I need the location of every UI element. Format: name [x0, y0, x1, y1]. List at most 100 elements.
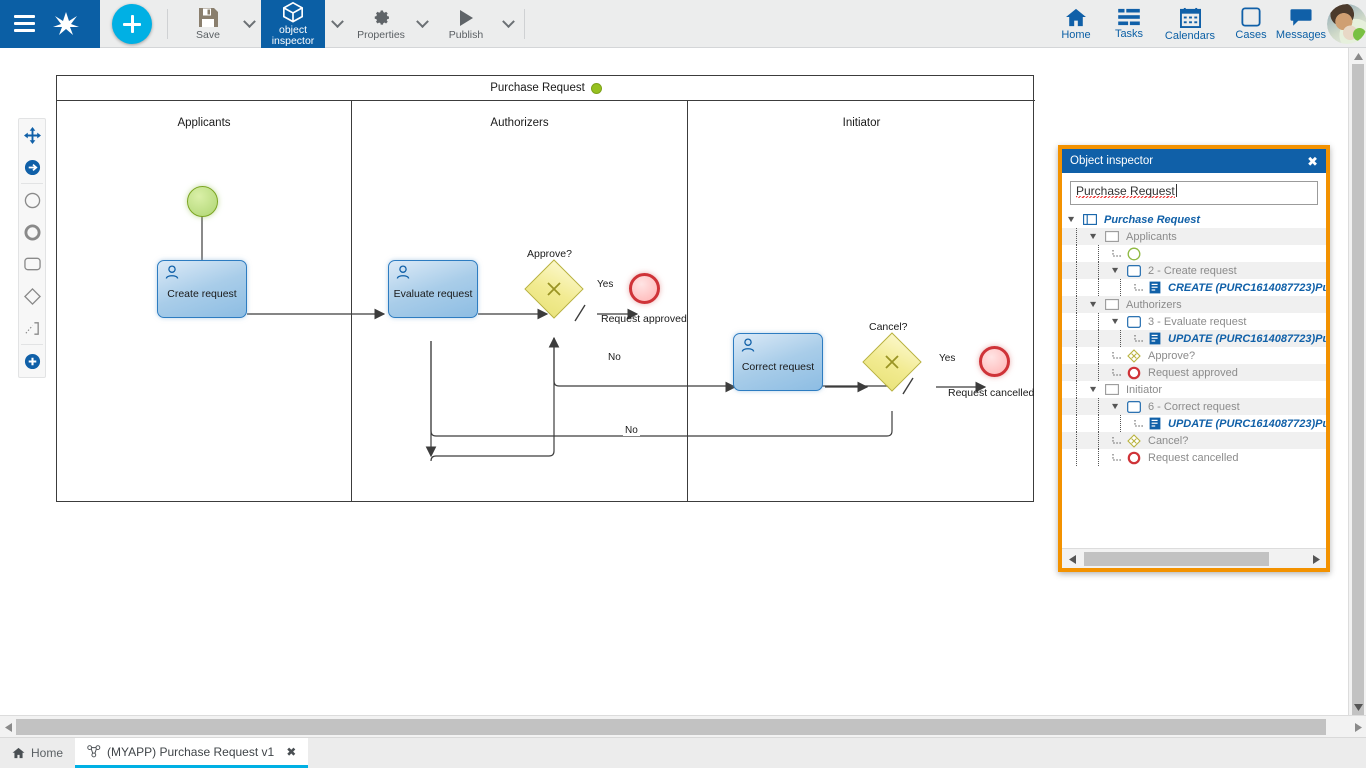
gateway-cancel[interactable]	[862, 332, 922, 392]
nav-calendars-label: Calendars	[1164, 29, 1216, 42]
task-create-request[interactable]: Create request	[157, 260, 247, 318]
move-tool-icon[interactable]	[19, 119, 45, 151]
tree-expander-icon[interactable]	[1112, 403, 1124, 410]
scroll-up-arrow[interactable]	[1349, 48, 1366, 64]
object-inspector-panel[interactable]: Object inspector ✖ Purchase Request Purc…	[1058, 145, 1330, 572]
tree-item-content: Approve?	[1062, 348, 1195, 363]
inspector-title: Object inspector	[1070, 155, 1154, 167]
end-event-icon	[1127, 451, 1141, 465]
tree-item-content: UPDATE (PURC1614087723)Purcha	[1062, 332, 1326, 345]
tree-item[interactable]: Request cancelled	[1062, 449, 1326, 466]
task-glyph	[23, 257, 41, 271]
scroll-down-arrow[interactable]	[1349, 699, 1366, 715]
tree-expander-icon[interactable]	[1112, 318, 1124, 325]
nav-cases-label: Cases	[1235, 29, 1267, 41]
scroll-left-arrow[interactable]	[1062, 549, 1082, 569]
task-icon	[1127, 400, 1141, 413]
publish-dropdown-caret[interactable]	[497, 0, 519, 48]
tree-item[interactable]: Authorizers	[1062, 296, 1326, 313]
task-correct-request[interactable]: Correct request	[733, 333, 823, 391]
tree-expander-icon[interactable]	[1112, 351, 1124, 360]
lane-initiator[interactable]: Initiator	[688, 101, 1035, 502]
gateway-approve[interactable]	[524, 259, 584, 319]
horizontal-scroll-thumb[interactable]	[16, 719, 1326, 735]
inspector-scroll-thumb[interactable]	[1084, 552, 1269, 566]
close-icon[interactable]: ✖	[286, 745, 296, 759]
scroll-left-arrow[interactable]	[0, 716, 16, 738]
toolbar-divider	[524, 9, 525, 39]
object-tree[interactable]: Purchase Request Applicants 2 - Create req…	[1062, 211, 1326, 546]
tree-item[interactable]: 6 - Correct request	[1062, 398, 1326, 415]
tree-expander-icon[interactable]	[1112, 436, 1124, 445]
task-evaluate-request[interactable]: Evaluate request	[388, 260, 478, 318]
start-event[interactable]	[187, 186, 218, 217]
tree-item-content	[1062, 247, 1148, 261]
nav-home[interactable]: Home	[1052, 0, 1100, 48]
hamburger-icon[interactable]	[14, 15, 35, 32]
add-element-icon[interactable]	[19, 345, 45, 377]
avatar[interactable]	[1327, 4, 1366, 44]
vertical-scroll-thumb[interactable]	[1352, 64, 1364, 724]
triangle-down-icon	[1353, 703, 1363, 711]
status-dot	[590, 82, 602, 94]
tree-guide	[1076, 279, 1077, 296]
end-event-icon[interactable]	[19, 216, 45, 248]
tree-expander-icon[interactable]	[1090, 301, 1102, 308]
tree-item[interactable]: Cancel?	[1062, 432, 1326, 449]
tree-item[interactable]	[1062, 245, 1326, 262]
tree-expander-icon[interactable]	[1112, 249, 1124, 258]
publish-button[interactable]: Publish	[430, 0, 502, 48]
tree-guide	[1098, 330, 1099, 347]
tree-item[interactable]: UPDATE (PURC1614087723)Purcha	[1062, 330, 1326, 347]
gateway-icon[interactable]	[19, 280, 45, 312]
canvas-horizontal-scrollbar[interactable]	[0, 715, 1366, 737]
end-event-request-approved-label: Request approved	[601, 313, 687, 325]
triangle-right-icon	[1312, 554, 1320, 564]
tree-expander-icon[interactable]	[1068, 216, 1080, 223]
scroll-right-arrow[interactable]	[1306, 549, 1326, 569]
properties-button[interactable]: Properties	[345, 0, 417, 48]
end-event-request-approved[interactable]	[629, 273, 660, 304]
process-pool[interactable]: Purchase Request Applicants Authorizers …	[56, 75, 1035, 502]
tree-item[interactable]: Applicants	[1062, 228, 1326, 245]
tree-expander-icon[interactable]	[1112, 368, 1124, 377]
task-icon[interactable]	[19, 248, 45, 280]
nav-calendars[interactable]: Calendars	[1156, 0, 1224, 48]
tree-item[interactable]: Request approved	[1062, 364, 1326, 381]
tree-item-content: Request approved	[1062, 366, 1238, 380]
tree-item[interactable]: CREATE (PURC1614087723)Purcha	[1062, 279, 1326, 296]
connector-arrow-icon[interactable]	[19, 151, 45, 183]
add-button[interactable]	[112, 4, 152, 44]
tree-expander-icon[interactable]	[1112, 267, 1124, 274]
tree-item[interactable]: UPDATE (PURC1614087723)Purcha	[1062, 415, 1326, 432]
canvas-vertical-scrollbar[interactable]	[1348, 48, 1366, 724]
tree-item[interactable]: Initiator	[1062, 381, 1326, 398]
inspector-horizontal-scrollbar[interactable]	[1062, 548, 1326, 568]
scroll-right-arrow[interactable]	[1350, 716, 1366, 738]
close-icon[interactable]: ✖	[1307, 155, 1318, 168]
nav-tasks[interactable]: Tasks	[1104, 0, 1154, 48]
tree-expander-icon[interactable]	[1090, 233, 1102, 240]
tree-item[interactable]: Purchase Request	[1062, 211, 1326, 228]
triangle-left-icon	[4, 722, 12, 732]
search-input[interactable]: Purchase Request	[1070, 181, 1318, 205]
tab-purchase-request[interactable]: (MYAPP) Purchase Request v1 ✖	[75, 738, 309, 768]
save-button[interactable]: Save	[172, 0, 244, 48]
connector-glyph	[24, 159, 40, 175]
tree-item[interactable]: 3 - Evaluate request	[1062, 313, 1326, 330]
flow-label-cancel-no: No	[623, 425, 640, 436]
tree-item-label: Applicants	[1126, 230, 1177, 243]
tree-item[interactable]: 2 - Create request	[1062, 262, 1326, 279]
start-event-icon[interactable]	[19, 184, 45, 216]
end-event-request-cancelled[interactable]	[979, 346, 1010, 377]
nav-messages[interactable]: Messages	[1270, 0, 1332, 48]
tab-home[interactable]: Home	[0, 738, 75, 768]
tree-expander-icon[interactable]	[1112, 453, 1124, 462]
object-inspector-button[interactable]: object inspector	[261, 0, 325, 48]
tree-item[interactable]: Approve?	[1062, 347, 1326, 364]
tree-expander-icon[interactable]	[1090, 386, 1102, 393]
bizagi-bird-logo[interactable]	[50, 10, 82, 38]
save-dropdown-caret[interactable]	[238, 0, 260, 48]
nav-cases[interactable]: Cases	[1226, 0, 1276, 48]
boundary-event-icon[interactable]	[19, 312, 45, 344]
